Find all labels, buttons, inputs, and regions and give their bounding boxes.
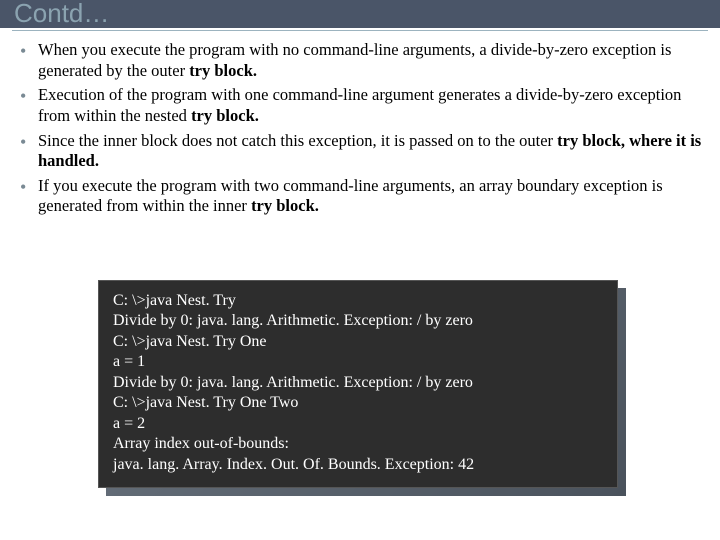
list-item: When you execute the program with no com…	[20, 40, 704, 81]
console-line: java. lang. Array. Index. Out. Of. Bound…	[113, 455, 603, 475]
bullet-text: If you execute the program with two comm…	[38, 176, 663, 216]
console-line: C: \>java Nest. Try One	[113, 332, 603, 352]
bullet-text: When you execute the program with no com…	[38, 40, 671, 80]
body-text: When you execute the program with no com…	[20, 40, 704, 221]
slide: Contd… When you execute the program with…	[0, 0, 720, 540]
console-line: C: \>java Nest. Try One Two	[113, 393, 603, 413]
console-output: C: \>java Nest. Try Divide by 0: java. l…	[98, 280, 618, 488]
bullet-text: Since the inner block does not catch thi…	[38, 131, 557, 150]
console-line: a = 1	[113, 352, 603, 372]
console-line: Array index out-of-bounds:	[113, 434, 603, 454]
bullet-list: When you execute the program with no com…	[20, 40, 704, 217]
bullet-text: Execution of the program with one comman…	[38, 85, 681, 125]
console-line: C: \>java Nest. Try	[113, 291, 603, 311]
list-item: Since the inner block does not catch thi…	[20, 131, 704, 172]
list-item: If you execute the program with two comm…	[20, 176, 704, 217]
bullet-bold: try block.	[191, 106, 259, 125]
title-divider	[12, 30, 708, 32]
console-line: Divide by 0: java. lang. Arithmetic. Exc…	[113, 373, 603, 393]
list-item: Execution of the program with one comman…	[20, 85, 704, 126]
console-output-block: C: \>java Nest. Try Divide by 0: java. l…	[98, 280, 618, 488]
console-line: a = 2	[113, 414, 603, 434]
bullet-bold: try block.	[251, 196, 319, 215]
bullet-bold: try block.	[189, 61, 257, 80]
slide-title: Contd…	[14, 0, 109, 29]
console-line: Divide by 0: java. lang. Arithmetic. Exc…	[113, 311, 603, 331]
